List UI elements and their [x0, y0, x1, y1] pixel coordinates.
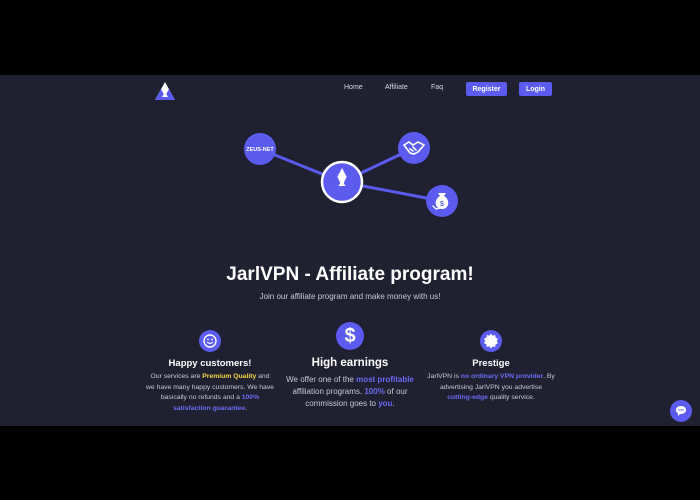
feature-happy-customers: Happy customers! Our services are Premiu…	[146, 330, 274, 414]
hero-subtitle: Join our affiliate program and make mone…	[259, 292, 441, 301]
feature-title-happy-customers: Happy customers!	[168, 358, 252, 369]
smile-icon	[199, 330, 221, 352]
feature-text-prestige: JarlVPN is no ordinary VPN provider. By …	[427, 372, 555, 404]
feature-text-part: JarlVPN is	[427, 373, 461, 380]
you-highlight: you	[378, 399, 393, 408]
cutting-edge-highlight: cutting-edge	[447, 394, 488, 401]
partner-node: ZEUS-NET	[244, 133, 276, 165]
feature-text-part: Our services are	[150, 373, 203, 380]
chat-bubble-icon	[676, 406, 686, 416]
feature-text-part: .	[245, 404, 248, 412]
no-ordinary-vpn-highlight: no ordinary VPN provider	[460, 373, 544, 380]
dollar-icon: $	[336, 322, 364, 350]
money-bag-node: $	[426, 185, 458, 217]
badge-icon	[480, 330, 502, 352]
feature-title-high-earnings: High earnings	[311, 357, 389, 369]
feature-text-part: We offer one of the	[286, 375, 357, 384]
feature-high-earnings: $ High earnings We offer one of the most…	[280, 322, 420, 410]
handshake-node	[398, 132, 430, 164]
chat-button[interactable]	[670, 400, 692, 422]
affiliate-network-illustration: ZEUS-NET $	[244, 132, 458, 217]
feature-text-part: quality service.	[487, 394, 535, 401]
page: Home Affiliate Faq Register Login ZEUS-N…	[0, 75, 700, 426]
feature-text-high-earnings: We offer one of the most profitable affi…	[280, 374, 420, 410]
feature-text-happy-customers: Our services are Premium Quality and we …	[146, 372, 274, 414]
feature-text-part: affiliation programs.	[292, 387, 365, 396]
feature-text-part: .	[392, 399, 395, 408]
premium-quality-highlight: Premium Quality	[202, 373, 257, 380]
partner-node-label: ZEUS-NET	[246, 147, 274, 153]
feature-prestige: Prestige JarlVPN is no ordinary VPN prov…	[427, 330, 555, 404]
most-profitable-highlight: most profitable	[356, 375, 414, 384]
feature-title-prestige: Prestige	[472, 358, 510, 369]
commission-percent-highlight: 100%	[364, 387, 385, 396]
svg-text:$: $	[440, 201, 444, 208]
hero-title: JarlVPN - Affiliate program!	[226, 264, 474, 285]
center-logo-node	[320, 160, 364, 204]
